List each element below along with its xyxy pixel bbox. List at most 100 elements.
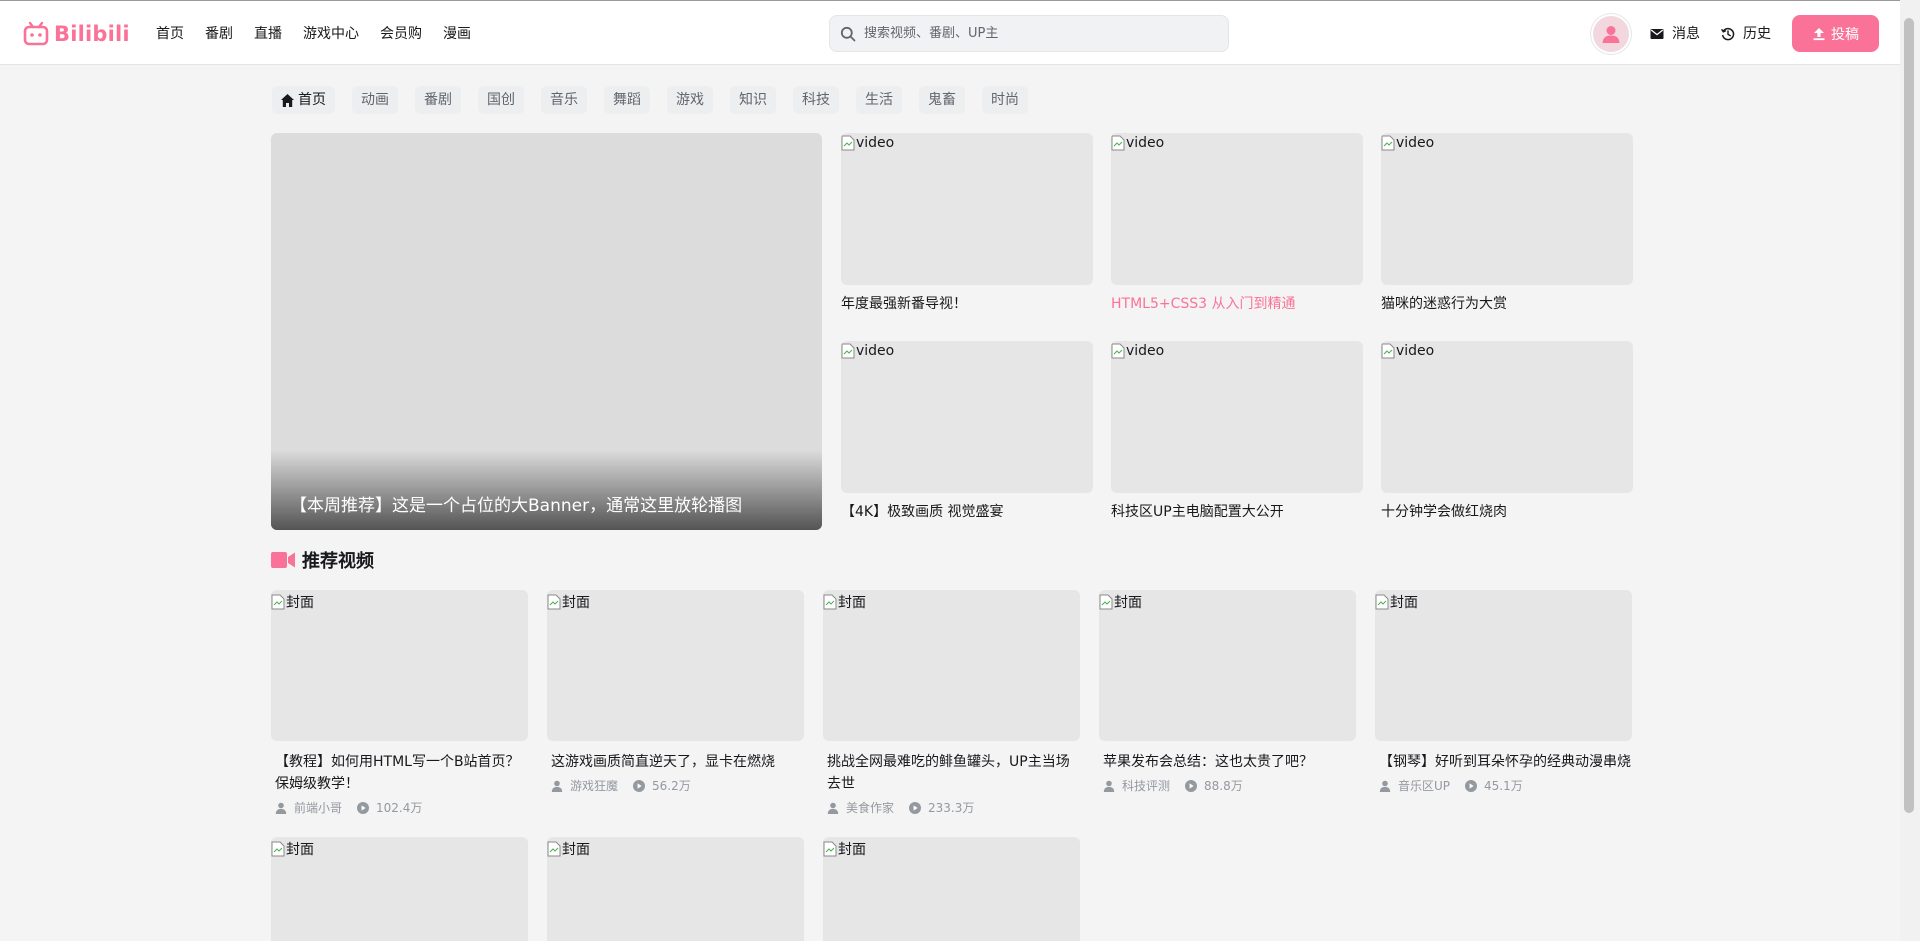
play-count-icon (357, 801, 370, 814)
view-count: 233.3万 (909, 799, 974, 816)
top-video-card[interactable]: video 科技区UP主电脑配置大公开 (1111, 341, 1363, 522)
broken-image-icon (1381, 343, 1395, 359)
uploader[interactable]: 音乐区UP (1379, 777, 1450, 794)
channel-fashion[interactable]: 时尚 (982, 86, 1028, 114)
recommended-video-card[interactable]: 封面 这游戏画质简直逆天了，显卡在燃烧 游戏狂魔 56.2万 (547, 590, 804, 794)
video-title[interactable]: 【4K】极致画质 视觉盛宴 (841, 502, 1093, 522)
upload-button[interactable]: 投稿 (1792, 15, 1879, 52)
play-count-icon (909, 801, 922, 814)
video-cover[interactable]: 封面 (823, 590, 1080, 741)
channel-kichiku[interactable]: 鬼畜 (919, 86, 965, 114)
recommended-video-card[interactable]: 封面 挑战全网最难吃的鲱鱼罐头，UP主当场去世 美食作家 233.3万 (823, 590, 1080, 816)
recommended-video-card[interactable]: 封面 苹果发布会总结：这也太贵了吧？ 科技评测 88.8万 (1099, 590, 1356, 794)
nav-live[interactable]: 直播 (254, 23, 282, 45)
history-label: 历史 (1743, 26, 1771, 42)
main-nav: 首页 番剧 直播 游戏中心 会员购 漫画 (156, 23, 492, 45)
uploader-icon (827, 802, 839, 814)
channel-life[interactable]: 生活 (856, 86, 902, 114)
top-video-card[interactable]: video 年度最强新番导视！ (841, 133, 1093, 314)
video-cover[interactable]: 封面 (271, 837, 528, 941)
recommended-video-card[interactable]: 封面 (547, 837, 804, 941)
section-title: 推荐视频 (302, 551, 374, 572)
banner-gradient (271, 450, 822, 530)
recommended-video-card[interactable]: 封面 【钢琴】好听到耳朵怀孕的经典动漫串烧 音乐区UP 45.1万 (1375, 590, 1632, 794)
scrollbar-thumb[interactable] (1904, 18, 1914, 813)
image-alt-text: video (1126, 135, 1165, 151)
video-title[interactable]: 【教程】如何用HTML写一个B站首页？保姆级教学！ (271, 751, 528, 795)
nav-mall[interactable]: 会员购 (380, 23, 422, 45)
uploader[interactable]: 游戏狂魔 (551, 777, 618, 794)
recommended-video-card[interactable]: 封面 (271, 837, 528, 941)
video-thumbnail[interactable]: video (1111, 133, 1363, 285)
recommended-video-card[interactable]: 封面 (823, 837, 1080, 941)
uploader[interactable]: 前端小哥 (275, 799, 342, 816)
tv-logo-icon (23, 21, 49, 46)
video-thumbnail[interactable]: video (841, 341, 1093, 493)
video-title-hovered[interactable]: HTML5+CSS3 从入门到精通 (1111, 294, 1363, 314)
video-title[interactable]: 挑战全网最难吃的鲱鱼罐头，UP主当场去世 (823, 751, 1080, 795)
video-title[interactable]: 科技区UP主电脑配置大公开 (1111, 502, 1363, 522)
image-alt-text: video (856, 135, 895, 151)
video-cover[interactable]: 封面 (547, 590, 804, 741)
top-video-card[interactable]: video HTML5+CSS3 从入门到精通 (1111, 133, 1363, 314)
video-title[interactable]: 猫咪的迷惑行为大赏 (1381, 294, 1633, 314)
view-count: 45.1万 (1465, 777, 1523, 794)
play-count-icon (633, 779, 646, 792)
video-camera-icon (271, 552, 295, 568)
broken-image-icon (1381, 135, 1395, 151)
recommended-video-card[interactable]: 封面 【教程】如何用HTML写一个B站首页？保姆级教学！ 前端小哥 102.4万 (271, 590, 528, 816)
uploader[interactable]: 美食作家 (827, 799, 894, 816)
user-icon (1602, 26, 1620, 43)
top-video-card[interactable]: video 【4K】极致画质 视觉盛宴 (841, 341, 1093, 522)
nav-bangumi[interactable]: 番剧 (205, 23, 233, 45)
video-cover[interactable]: 封面 (271, 590, 528, 741)
image-alt-text: 封面 (1114, 595, 1142, 611)
video-title[interactable]: 十分钟学会做红烧肉 (1381, 502, 1633, 522)
video-title[interactable]: 年度最强新番导视！ (841, 294, 1093, 314)
view-count-value: 56.2万 (652, 779, 691, 793)
user-avatar[interactable] (1591, 14, 1631, 54)
channel-tech[interactable]: 科技 (793, 86, 839, 114)
search-input[interactable] (864, 26, 1204, 41)
nav-home[interactable]: 首页 (156, 23, 184, 45)
video-title[interactable]: 【钢琴】好听到耳朵怀孕的经典动漫串烧 (1375, 751, 1632, 773)
channel-bangumi[interactable]: 番剧 (415, 86, 461, 114)
video-thumbnail[interactable]: video (841, 133, 1093, 285)
history-link[interactable]: 历史 (1721, 23, 1771, 45)
channel-anime[interactable]: 动画 (352, 86, 398, 114)
video-cover[interactable]: 封面 (823, 837, 1080, 941)
channel-dance[interactable]: 舞蹈 (604, 86, 650, 114)
nav-manga[interactable]: 漫画 (443, 23, 471, 45)
channel-home[interactable]: 首页 (272, 86, 335, 114)
uploader[interactable]: 科技评测 (1103, 777, 1170, 794)
banner-carousel[interactable]: 【本周推荐】这是一个占位的大Banner，通常这里放轮播图 (271, 133, 822, 530)
broken-image: 封面 (823, 839, 866, 859)
uploader-name: 前端小哥 (294, 801, 343, 815)
uploader-icon (551, 780, 563, 792)
bilibili-logo[interactable]: Bilibili (23, 20, 130, 48)
top-video-card[interactable]: video 十分钟学会做红烧肉 (1381, 341, 1633, 522)
video-thumbnail[interactable]: video (1381, 341, 1633, 493)
search-icon (840, 26, 856, 41)
top-video-card[interactable]: video 猫咪的迷惑行为大赏 (1381, 133, 1633, 314)
video-thumbnail[interactable]: video (1381, 133, 1633, 285)
channel-music[interactable]: 音乐 (541, 86, 587, 114)
channel-guochuang[interactable]: 国创 (478, 86, 524, 114)
image-alt-text: 封面 (286, 595, 314, 611)
video-title[interactable]: 苹果发布会总结：这也太贵了吧？ (1099, 751, 1356, 773)
video-cover[interactable]: 封面 (1099, 590, 1356, 741)
channel-game[interactable]: 游戏 (667, 86, 713, 114)
top-header: Bilibili 首页 番剧 直播 游戏中心 会员购 漫画 消息 (0, 1, 1900, 65)
nav-game-center[interactable]: 游戏中心 (303, 23, 359, 45)
video-cover[interactable]: 封面 (547, 837, 804, 941)
video-cover[interactable]: 封面 (1375, 590, 1632, 741)
broken-image: video (1111, 343, 1164, 359)
image-alt-text: video (1396, 135, 1435, 151)
video-title[interactable]: 这游戏画质简直逆天了，显卡在燃烧 (547, 751, 804, 773)
search-box[interactable] (829, 15, 1229, 52)
channel-knowledge[interactable]: 知识 (730, 86, 776, 114)
messages-link[interactable]: 消息 (1650, 23, 1700, 45)
video-thumbnail[interactable]: video (1111, 341, 1363, 493)
broken-image: 封面 (1375, 592, 1418, 612)
image-alt-text: video (1396, 343, 1435, 359)
